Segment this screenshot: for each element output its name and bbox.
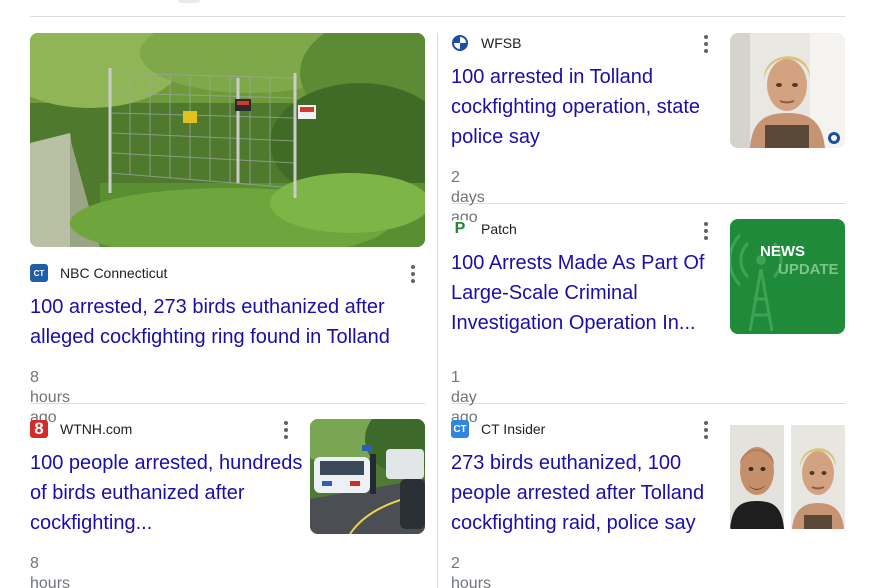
row-divider-right-2	[451, 403, 845, 404]
ct-insider-logo: CT	[451, 420, 469, 438]
headline-link[interactable]: 273 birds euthanized, 100 people arreste…	[451, 448, 721, 538]
timestamp: 2 hours ago	[451, 555, 492, 588]
top-partial-element	[178, 0, 200, 3]
police-vehicles-road-photo[interactable]	[310, 419, 425, 534]
wfsb-logo-mark	[452, 35, 468, 51]
more-options-icon[interactable]	[276, 418, 296, 442]
patch-logo: P	[451, 220, 469, 238]
wtnh-logo: 8	[30, 419, 48, 438]
timestamp: 8 hours ago	[30, 555, 71, 588]
headline-link[interactable]: 100 arrested in Tolland cockfighting ope…	[451, 62, 721, 152]
source-name: Patch	[481, 221, 517, 237]
source-row: CT NBC Connecticut	[30, 263, 167, 283]
more-options-icon[interactable]	[696, 219, 716, 243]
two-mugshots-photo[interactable]	[730, 419, 845, 534]
more-options-icon[interactable]	[403, 262, 423, 286]
mugshot-woman-image	[730, 33, 845, 148]
fenced-wooded-lot-image	[30, 33, 425, 247]
source-name: WFSB	[481, 35, 522, 51]
wfsb-logo	[451, 34, 469, 52]
headline-link[interactable]: 100 Arrests Made As Part Of Large-Scale …	[451, 248, 721, 338]
top-divider	[30, 16, 845, 17]
source-row: WFSB	[451, 33, 521, 53]
source-row: P Patch	[451, 219, 517, 239]
source-name: WTNH.com	[60, 421, 133, 437]
more-options-icon[interactable]	[696, 418, 716, 442]
source-name: CT Insider	[481, 421, 546, 437]
two-mugshots-image	[730, 419, 845, 534]
headline-link[interactable]: 100 arrested, 273 birds euthanized after…	[30, 292, 425, 352]
news-update-graphic[interactable]: NEWS UPDATE	[730, 219, 845, 334]
row-divider-right-1	[451, 203, 845, 204]
more-options-icon[interactable]	[696, 32, 716, 56]
news-graphic-text-1: NEWS	[760, 243, 805, 260]
source-row: CT CT Insider	[451, 419, 545, 439]
fenced-wooded-lot-photo[interactable]	[30, 33, 425, 247]
row-divider-left	[30, 403, 425, 404]
logo-text: P	[454, 220, 466, 237]
source-name: NBC Connecticut	[60, 265, 168, 281]
logo-text: CT	[33, 268, 45, 278]
source-row: 8 WTNH.com	[30, 419, 132, 439]
logo-text: CT	[453, 423, 467, 435]
mugshot-woman-photo[interactable]	[730, 33, 845, 148]
headline-link[interactable]: 100 people arrested, hundreds of birds e…	[30, 448, 305, 538]
nbc-connecticut-logo: CT	[30, 264, 48, 282]
police-vehicles-image	[310, 419, 425, 534]
column-divider	[437, 33, 438, 588]
logo-text: 8	[34, 419, 44, 438]
news-graphic-text-2: UPDATE	[778, 261, 839, 278]
